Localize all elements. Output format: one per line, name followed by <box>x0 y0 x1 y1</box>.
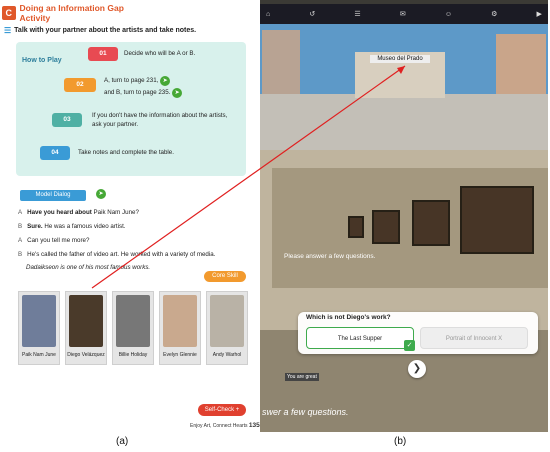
connector-line <box>91 65 406 289</box>
caption-a: (a) <box>116 436 129 447</box>
caption-b: (b) <box>394 436 407 447</box>
